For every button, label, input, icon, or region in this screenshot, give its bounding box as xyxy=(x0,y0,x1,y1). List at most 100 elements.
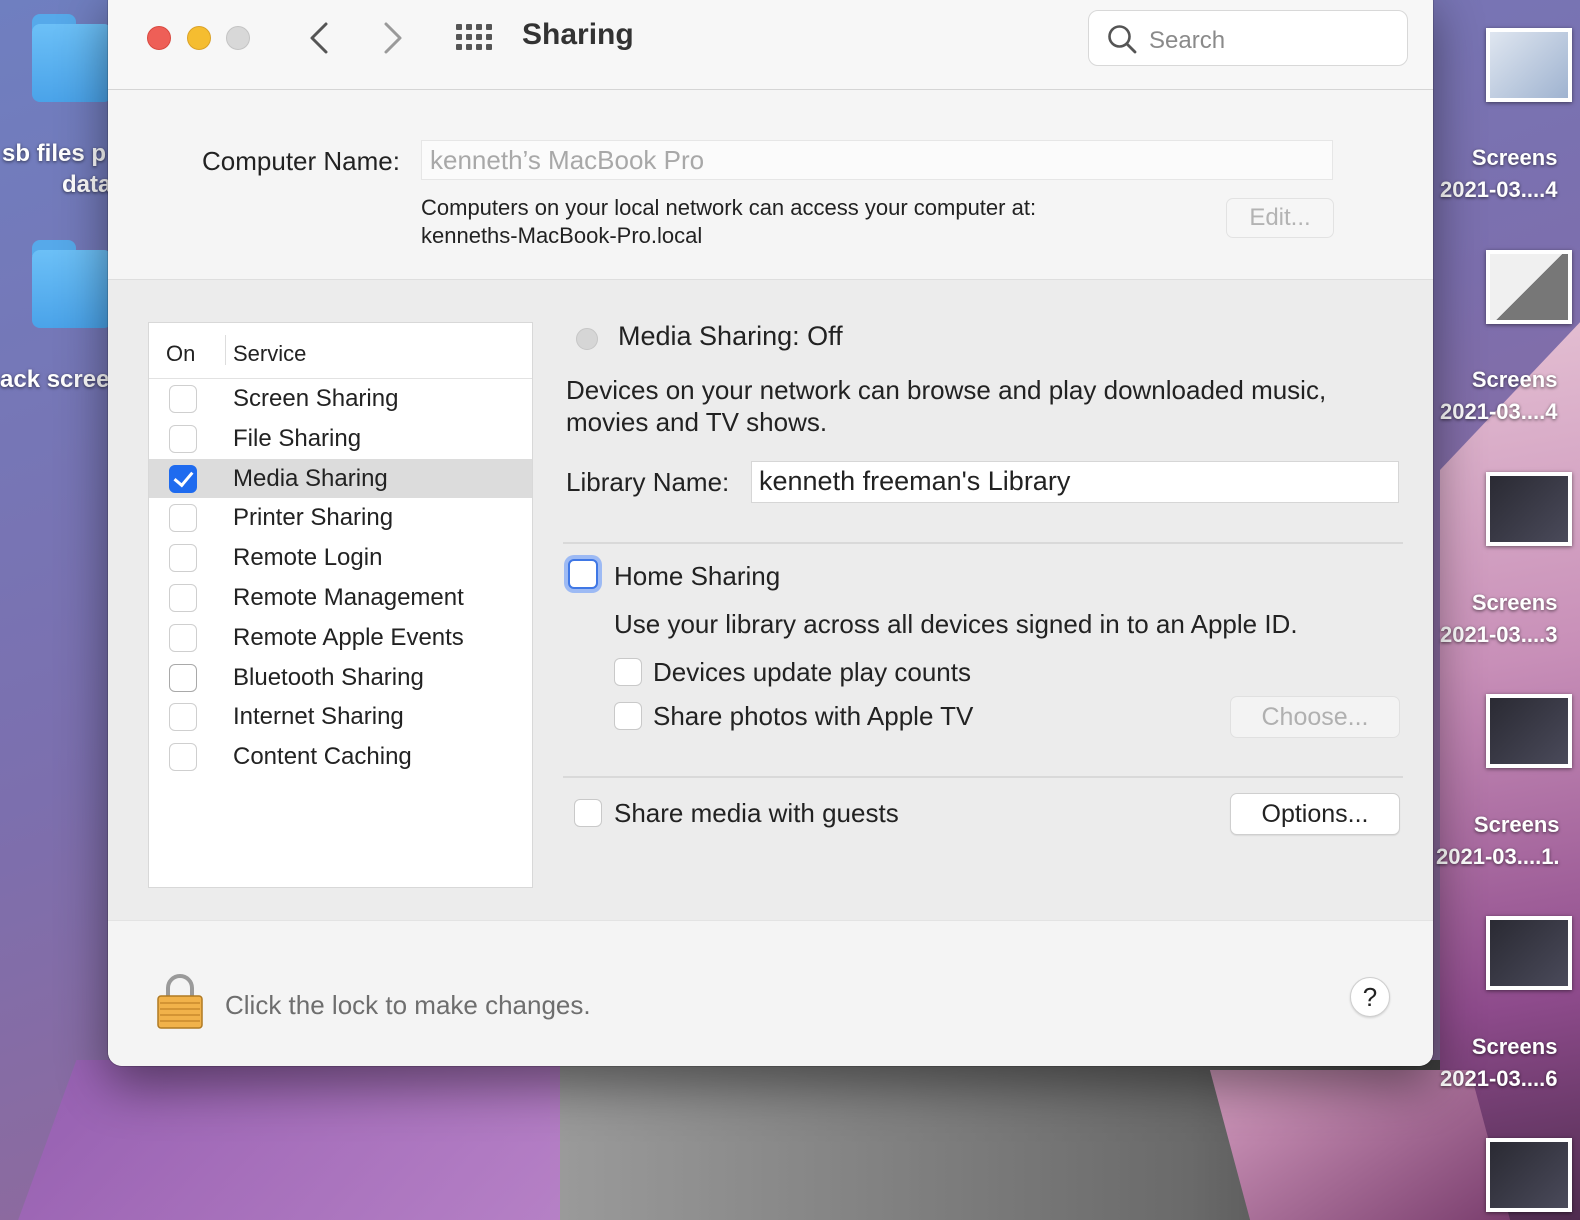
media-sharing-status: Media Sharing: Off xyxy=(618,321,843,351)
column-separator xyxy=(225,335,226,365)
service-label: Internet Sharing xyxy=(233,703,404,731)
lock-message[interactable]: Click the lock to make changes. xyxy=(225,990,591,1021)
play-counts-label[interactable]: Devices update play counts xyxy=(653,657,971,688)
service-checkbox[interactable] xyxy=(169,504,197,533)
search-icon xyxy=(1108,25,1137,54)
file-date: 2021-03....6 xyxy=(1440,1066,1558,1091)
choose-button[interactable]: Choose... xyxy=(1230,696,1400,738)
file-date: 2021-03....4 xyxy=(1440,399,1558,424)
options-button[interactable]: Options... xyxy=(1230,793,1400,835)
screenshot-thumbnail[interactable] xyxy=(1486,1138,1572,1212)
service-label: Content Caching xyxy=(233,743,412,771)
file-name: Screens xyxy=(1471,1034,1558,1059)
file-name: Screens xyxy=(1471,367,1558,392)
desktop-file-label[interactable]: Screens 2021-03....4 xyxy=(1440,364,1557,428)
help-button[interactable]: ? xyxy=(1350,977,1390,1017)
computer-name-label: Computer Name: xyxy=(202,146,400,176)
service-checkbox[interactable] xyxy=(169,544,197,573)
service-checkbox[interactable] xyxy=(169,583,197,612)
folder-icon[interactable] xyxy=(32,14,112,102)
home-sharing-description: Use your library across all devices sign… xyxy=(614,609,1298,639)
service-row[interactable]: Bluetooth Sharing xyxy=(149,658,532,698)
screenshot-thumbnail[interactable] xyxy=(1486,694,1572,768)
guests-checkbox[interactable] xyxy=(574,799,602,827)
computer-name-section: Computer Name: kenneth’s MacBook Pro Com… xyxy=(108,90,1433,280)
folder-icon[interactable] xyxy=(32,240,112,328)
service-checkbox[interactable] xyxy=(169,743,197,772)
file-name: Screens xyxy=(1471,145,1558,170)
column-header-service[interactable]: Service xyxy=(233,341,306,367)
desktop-file-label[interactable]: Screens 2021-03....4 xyxy=(1440,142,1557,206)
file-date: 2021-03....1. xyxy=(1436,844,1560,869)
sharing-window: Sharing Search Computer Name: kenneth’s … xyxy=(108,0,1433,1066)
service-label: Remote Login xyxy=(233,544,383,572)
divider xyxy=(563,776,1403,778)
desktop-folder-label[interactable]: ack scree xyxy=(0,366,109,394)
service-checkbox[interactable] xyxy=(169,385,197,413)
service-row[interactable]: Content Caching xyxy=(149,737,532,777)
column-header-on[interactable]: On xyxy=(166,341,195,367)
forward-button[interactable] xyxy=(378,18,408,58)
desktop-file-label[interactable]: Screens 2021-03....6 xyxy=(1440,1031,1557,1095)
share-photos-label[interactable]: Share photos with Apple TV xyxy=(653,701,973,732)
chevron-right-icon xyxy=(384,22,402,54)
services-header: On Service xyxy=(149,323,532,379)
play-counts-checkbox[interactable] xyxy=(614,658,642,686)
edit-button[interactable]: Edit... xyxy=(1226,198,1334,238)
lock-icon[interactable] xyxy=(156,973,204,1029)
media-sharing-description: Devices on your network can browse and p… xyxy=(566,375,1327,437)
lock-bar: Click the lock to make changes. ? xyxy=(108,920,1433,1066)
services-list: On Service Screen Sharing File Sharing M… xyxy=(148,322,533,888)
service-label: File Sharing xyxy=(233,424,362,452)
service-checkbox[interactable] xyxy=(169,663,197,692)
desktop-file-label[interactable]: Screens 2021-03....3 xyxy=(1440,587,1557,651)
service-row[interactable]: Printer Sharing xyxy=(149,498,532,538)
screenshot-thumbnail[interactable] xyxy=(1486,916,1572,990)
zoom-button[interactable] xyxy=(226,26,250,50)
desktop-file-label[interactable]: Screens 2021-03....1. xyxy=(1436,809,1560,873)
service-checkbox-checked[interactable] xyxy=(169,464,197,493)
desktop-folder-label[interactable]: sb files p xyxy=(2,140,106,168)
screenshot-thumbnail[interactable] xyxy=(1486,28,1572,102)
service-row[interactable]: Screen Sharing xyxy=(149,379,532,419)
minimize-button[interactable] xyxy=(187,26,211,50)
home-sharing-checkbox[interactable] xyxy=(568,559,598,589)
service-row[interactable]: File Sharing xyxy=(149,419,532,459)
divider xyxy=(563,542,1403,544)
service-label: Media Sharing xyxy=(233,464,388,492)
service-row[interactable]: Remote Apple Events xyxy=(149,618,532,658)
search-field[interactable]: Search xyxy=(1088,10,1408,66)
file-name: Screens xyxy=(1473,812,1560,837)
address-text: Computers on your local network can acce… xyxy=(421,195,1037,220)
toolbar: Sharing Search xyxy=(108,0,1433,90)
computer-address-description: Computers on your local network can acce… xyxy=(421,194,1036,250)
guests-label[interactable]: Share media with guests xyxy=(614,798,899,829)
home-sharing-label[interactable]: Home Sharing xyxy=(614,561,780,592)
service-label: Remote Apple Events xyxy=(233,623,464,651)
wallpaper-shape xyxy=(3,1060,637,1220)
library-name-field[interactable]: kenneth freeman's Library xyxy=(751,461,1399,503)
show-all-grid-icon[interactable] xyxy=(456,24,492,54)
desktop-folder-label[interactable]: data xyxy=(62,171,111,199)
service-row[interactable]: Remote Login xyxy=(149,538,532,578)
chevron-left-icon xyxy=(310,22,328,54)
address-hostname: kenneths-MacBook-Pro.local xyxy=(421,223,703,248)
status-indicator-off xyxy=(576,328,598,350)
service-row[interactable]: Internet Sharing xyxy=(149,697,532,737)
close-button[interactable] xyxy=(147,26,171,50)
service-label: Printer Sharing xyxy=(233,504,394,532)
screenshot-thumbnail[interactable] xyxy=(1486,250,1572,324)
computer-name-field[interactable]: kenneth’s MacBook Pro xyxy=(421,140,1333,180)
service-row[interactable]: Remote Management xyxy=(149,578,532,618)
service-checkbox[interactable] xyxy=(169,623,197,652)
screenshot-thumbnail[interactable] xyxy=(1486,472,1572,546)
file-date: 2021-03....3 xyxy=(1440,622,1558,647)
share-photos-checkbox[interactable] xyxy=(614,702,642,730)
service-label: Remote Management xyxy=(233,583,464,611)
service-row-selected[interactable]: Media Sharing xyxy=(149,458,532,499)
service-checkbox[interactable] xyxy=(169,424,197,453)
window-title: Sharing xyxy=(522,18,634,51)
service-checkbox[interactable] xyxy=(169,703,197,732)
file-name: Screens xyxy=(1471,590,1558,615)
back-button[interactable] xyxy=(304,18,334,58)
